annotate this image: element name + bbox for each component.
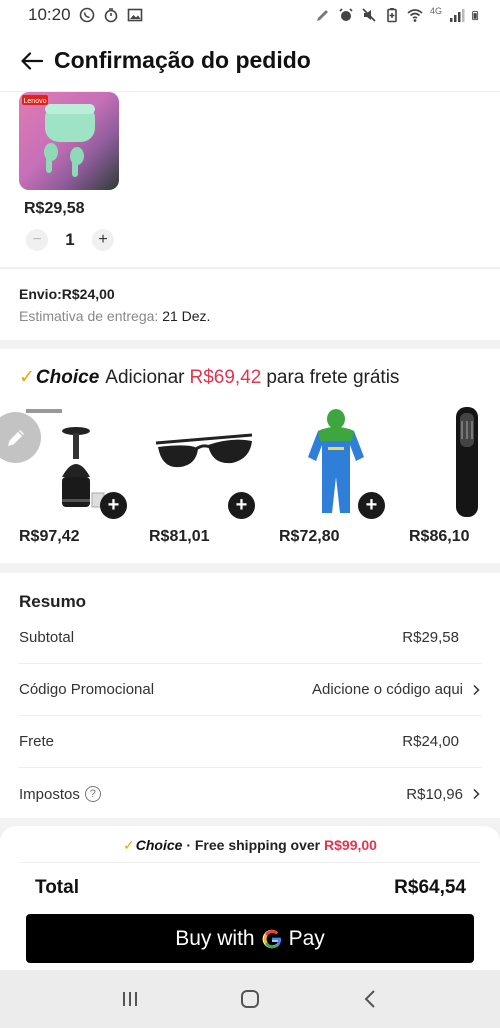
home-button[interactable] bbox=[230, 979, 270, 1019]
alarm-icon bbox=[339, 8, 353, 21]
subtotal-value: R$29,58 bbox=[402, 629, 459, 646]
taxes-row[interactable]: Impostos ? R$10,96 bbox=[19, 768, 481, 820]
recent-apps-icon bbox=[123, 992, 137, 1006]
google-pay-button[interactable]: Buy with Pay bbox=[26, 914, 474, 963]
shipping-card: Envio:R$24,00 Estimativa de entrega: 21 … bbox=[0, 268, 500, 340]
page-title: Confirmação do pedido bbox=[54, 47, 311, 73]
status-bar: 10:20 4G bbox=[0, 0, 500, 30]
reco-price-3: R$72,80 bbox=[279, 528, 340, 545]
taxes-label: Impostos bbox=[19, 785, 80, 803]
quantity-stepper: − 1 + bbox=[26, 229, 114, 251]
chevron-right-icon bbox=[473, 684, 480, 695]
choice-header: ✓ Choice Adicionar R$69,42 para frete grá… bbox=[19, 366, 399, 389]
taxes-label-group: Impostos ? bbox=[19, 786, 101, 803]
total-value: R$64,54 bbox=[394, 877, 466, 898]
reco-item-3[interactable]: + bbox=[282, 407, 402, 527]
taxes-value: R$10,96 bbox=[406, 785, 463, 803]
order-summary: Resumo Subtotal R$29,58 Código Promocion… bbox=[0, 573, 500, 818]
system-nav-bar bbox=[0, 970, 500, 1028]
battery-icon bbox=[472, 11, 479, 21]
pen-icon bbox=[316, 10, 328, 21]
mute-icon bbox=[362, 8, 376, 22]
network-type: 4G bbox=[429, 6, 442, 16]
free-shipping-threshold: R$99,00 bbox=[324, 837, 377, 853]
promo-value: Adicione o código aqui bbox=[312, 681, 463, 698]
choice-text-before: Adicionar bbox=[105, 367, 185, 388]
add-item-1-button[interactable]: + bbox=[100, 492, 127, 519]
free-shipping-banner: ✓ Choice · Free shipping over R$99,00 bbox=[0, 837, 500, 854]
shipping-fee-row: Frete R$24,00 bbox=[19, 716, 481, 768]
product-image[interactable]: Lenovo bbox=[19, 92, 119, 190]
recent-apps-button[interactable] bbox=[110, 979, 150, 1019]
wifi-icon bbox=[407, 9, 423, 22]
increase-quantity-button[interactable]: + bbox=[92, 229, 114, 251]
taxes-action[interactable]: R$10,96 bbox=[406, 786, 481, 803]
svg-text:Lenovo: Lenovo bbox=[24, 98, 47, 105]
battery-saver-icon bbox=[387, 8, 397, 23]
checkout-bar: ✓ Choice · Free shipping over R$99,00 Tot… bbox=[0, 826, 500, 970]
chevron-left-icon bbox=[364, 990, 375, 1008]
arrow-left-icon bbox=[21, 51, 43, 70]
check-icon: ✓ bbox=[123, 837, 135, 853]
shipping-cost: Envio:R$24,00 bbox=[19, 286, 115, 302]
reco-item-2[interactable]: + bbox=[152, 407, 272, 527]
add-item-2-button[interactable]: + bbox=[228, 492, 255, 519]
buy-suffix: Pay bbox=[288, 926, 325, 950]
estimate-date: 21 Dez. bbox=[162, 308, 211, 324]
hair-trimmer-icon bbox=[456, 407, 478, 517]
chevron-right-icon bbox=[473, 788, 480, 800]
promo-action[interactable]: Adicione o código aqui bbox=[312, 681, 481, 698]
earbuds-illustration: Lenovo bbox=[22, 95, 95, 177]
divider bbox=[20, 862, 480, 863]
product-price: R$29,58 bbox=[24, 200, 85, 217]
clock: 10:20 bbox=[28, 5, 71, 24]
choice-logo: ✓ Choice bbox=[19, 367, 100, 388]
choice-amount: R$69,42 bbox=[189, 367, 262, 388]
timer-icon bbox=[104, 8, 117, 23]
decrease-quantity-button[interactable]: − bbox=[26, 229, 48, 251]
reco-price-4: R$86,10 bbox=[409, 528, 470, 545]
add-item-3-button[interactable]: + bbox=[358, 492, 385, 519]
total-row: Total R$64,54 bbox=[35, 877, 466, 899]
reco-price-2: R$81,01 bbox=[149, 528, 210, 545]
promo-label: Código Promocional bbox=[19, 681, 155, 698]
subtotal-label: Subtotal bbox=[19, 629, 75, 646]
choice-logo: ✓ Choice bbox=[123, 837, 183, 853]
back-nav-button[interactable] bbox=[350, 979, 390, 1019]
summary-title: Resumo bbox=[19, 592, 87, 611]
free-shipping-text: · Free shipping over bbox=[186, 837, 321, 853]
reco-price-1: R$97,42 bbox=[19, 528, 80, 545]
signal-icon bbox=[450, 9, 465, 22]
buy-prefix: Buy with bbox=[175, 926, 255, 950]
back-button[interactable] bbox=[18, 47, 46, 75]
product-card: Lenovo R$29,58 − 1 + bbox=[0, 92, 500, 267]
choice-recommendations: ✓ Choice Adicionar R$69,42 para frete grá… bbox=[0, 349, 500, 563]
total-label: Total bbox=[35, 877, 79, 898]
gallery-icon bbox=[127, 8, 142, 22]
reco-item-1[interactable]: + bbox=[24, 407, 144, 527]
home-icon bbox=[241, 990, 259, 1008]
check-icon: ✓ bbox=[19, 367, 35, 388]
delivery-estimate: Estimativa de entrega: 21 Dez. bbox=[19, 308, 500, 324]
shipping-fee-label: Frete bbox=[19, 733, 55, 750]
subtotal-row: Subtotal R$29,58 bbox=[19, 612, 481, 664]
quantity-value: 1 bbox=[65, 230, 75, 249]
app-header: Confirmação do pedido bbox=[0, 30, 500, 92]
estimate-label: Estimativa de entrega: bbox=[19, 308, 159, 324]
pencil-icon bbox=[7, 429, 24, 446]
help-icon[interactable]: ? bbox=[84, 786, 101, 802]
promo-code-row[interactable]: Código Promocional Adicione o código aqu… bbox=[19, 664, 481, 716]
whatsapp-icon bbox=[79, 7, 94, 23]
choice-text-after: para frete grátis bbox=[266, 367, 400, 388]
reco-item-4[interactable] bbox=[412, 407, 500, 527]
shipping-fee-value: R$24,00 bbox=[402, 733, 459, 750]
google-g-icon bbox=[262, 929, 281, 948]
